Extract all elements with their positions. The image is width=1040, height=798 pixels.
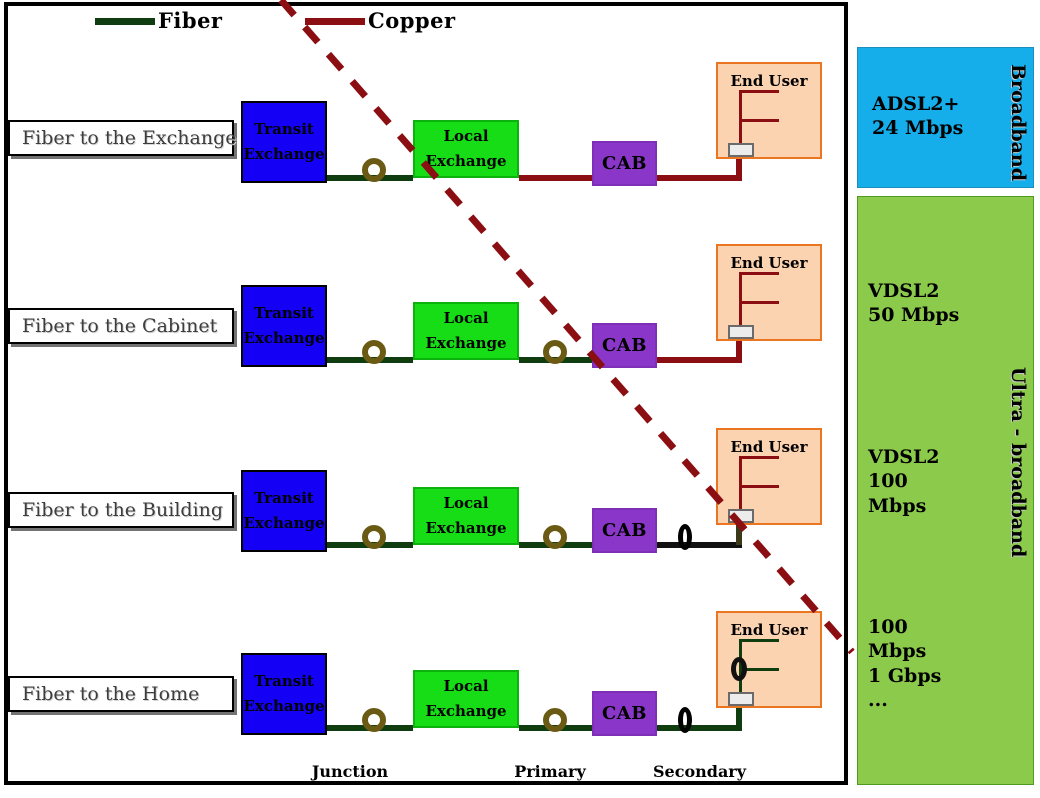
row3-cab[interactable]: CAB: [592, 508, 657, 553]
primary-line-1: Primary: [514, 762, 586, 781]
row2-eu-socket: [728, 325, 754, 339]
row3-eu-socket: [728, 509, 754, 523]
panel-ultra-speed-gigabit: 100 Mbps 1 Gbps ...: [868, 616, 942, 711]
local-line-1: Local: [443, 677, 489, 696]
legend-fiber-label: Fiber: [158, 8, 223, 33]
row3-eu-branch-top: [739, 456, 779, 459]
transit-line-1: Transit: [254, 304, 314, 323]
section-caption-secondary: Secondary section: [642, 742, 757, 798]
row4-eu-socket: [728, 692, 754, 706]
row2-cab[interactable]: CAB: [592, 323, 657, 368]
row3-splice-ring-secondary: [678, 524, 692, 550]
transit-line-2: Exchange: [243, 329, 325, 347]
row1-transit-exchange[interactable]: Transit Exchange: [241, 101, 327, 183]
transit-line-1: Transit: [254, 489, 314, 508]
legend-copper-label: Copper: [368, 8, 456, 33]
diagram-canvas: Fiber Copper Fiber to the Exchange Trans…: [0, 0, 1040, 798]
row1-cab[interactable]: CAB: [592, 141, 657, 186]
row4-cab[interactable]: CAB: [592, 691, 657, 736]
cab-label: CAB: [601, 519, 647, 541]
row1-splice-ring-junction: [362, 158, 386, 182]
legend-copper-swatch: [305, 18, 365, 25]
row2-local-exchange[interactable]: Local Exchange: [413, 302, 519, 360]
transit-line-2: Exchange: [243, 145, 325, 163]
row3-local-exchange[interactable]: Local Exchange: [413, 487, 519, 545]
row4-eu-branch-top: [739, 639, 779, 642]
row3-eu-branch-mid: [739, 485, 779, 488]
section-caption-junction: Junction section: [295, 742, 405, 798]
row2-copper-secondary: [657, 357, 742, 363]
cab-label: CAB: [601, 152, 647, 174]
transit-line-2: Exchange: [243, 514, 325, 532]
row4-splice-ring-junction: [362, 708, 386, 732]
row2-splice-ring-primary: [543, 340, 567, 364]
panel-ultra-speed-vdsl2-100: VDSL2 100 Mbps: [868, 446, 940, 517]
cab-label: CAB: [601, 334, 647, 356]
transit-line-2: Exchange: [243, 697, 325, 715]
panel-broadband[interactable]: ADSL2+ 24 Mbps Broadband: [857, 47, 1034, 188]
panel-ultra-broadband[interactable]: VDSL2 50 Mbps VDSL2 100 Mbps 100 Mbps 1 …: [857, 196, 1034, 785]
local-line-2: Exchange: [425, 152, 507, 170]
local-line-1: Local: [443, 127, 489, 146]
secondary-line-1: Secondary: [652, 762, 747, 781]
cab-label: CAB: [601, 702, 647, 724]
row1-eu-branch-mid: [739, 119, 779, 122]
row3-splice-ring-primary: [543, 525, 567, 549]
transit-line-1: Transit: [254, 672, 314, 691]
row1-eu-socket: [728, 143, 754, 157]
row4-splice-ring-secondary: [678, 707, 692, 733]
row1-local-exchange[interactable]: Local Exchange: [413, 120, 519, 178]
local-line-2: Exchange: [425, 334, 507, 352]
row4-fiber-secondary: [657, 725, 742, 731]
row2-splice-ring-junction: [362, 340, 386, 364]
local-line-2: Exchange: [425, 519, 507, 537]
row2-eu-branch-top: [739, 272, 779, 275]
row-label-text: Fiber to the Exchange: [22, 127, 237, 149]
row1-copper-secondary: [657, 175, 742, 181]
local-line-1: Local: [443, 309, 489, 328]
junction-line-1: Junction: [311, 762, 389, 781]
local-line-1: Local: [443, 494, 489, 513]
row-label-fiber-to-the-cabinet[interactable]: Fiber to the Cabinet: [8, 308, 234, 344]
row-label-fiber-to-the-exchange[interactable]: Fiber to the Exchange: [8, 120, 237, 156]
local-line-2: Exchange: [425, 702, 507, 720]
legend-fiber-swatch: [95, 18, 155, 25]
transit-line-1: Transit: [254, 120, 314, 139]
row3-transit-exchange[interactable]: Transit Exchange: [241, 470, 327, 552]
row-label-text: Fiber to the Building: [22, 499, 224, 521]
row1-eu-branch-top: [739, 90, 779, 93]
row-label-fiber-to-the-building[interactable]: Fiber to the Building: [8, 492, 234, 528]
panel-ultra-speed-vdsl2-50: VDSL2 50 Mbps: [868, 280, 960, 327]
panel-broadband-title: Broadband: [1007, 64, 1029, 182]
row4-splice-ring-primary: [543, 708, 567, 732]
row4-transit-exchange[interactable]: Transit Exchange: [241, 653, 327, 735]
row-label-fiber-to-the-home[interactable]: Fiber to the Home: [8, 676, 234, 712]
row-label-text: Fiber to the Cabinet: [22, 315, 218, 337]
row2-eu-branch-mid: [739, 301, 779, 304]
row4-eu-splitter-ring: [731, 657, 747, 681]
row-label-text: Fiber to the Home: [22, 683, 200, 705]
row1-copper-primary: [519, 175, 592, 181]
panel-broadband-speed: ADSL2+ 24 Mbps: [872, 93, 964, 140]
row4-local-exchange[interactable]: Local Exchange: [413, 670, 519, 728]
row3-splice-ring-junction: [362, 525, 386, 549]
row2-transit-exchange[interactable]: Transit Exchange: [241, 285, 327, 367]
row3-secondary-drop: [657, 542, 742, 548]
panel-ultra-title: Ultra - broadband: [1007, 367, 1029, 558]
section-caption-primary: Primary section: [495, 742, 605, 798]
